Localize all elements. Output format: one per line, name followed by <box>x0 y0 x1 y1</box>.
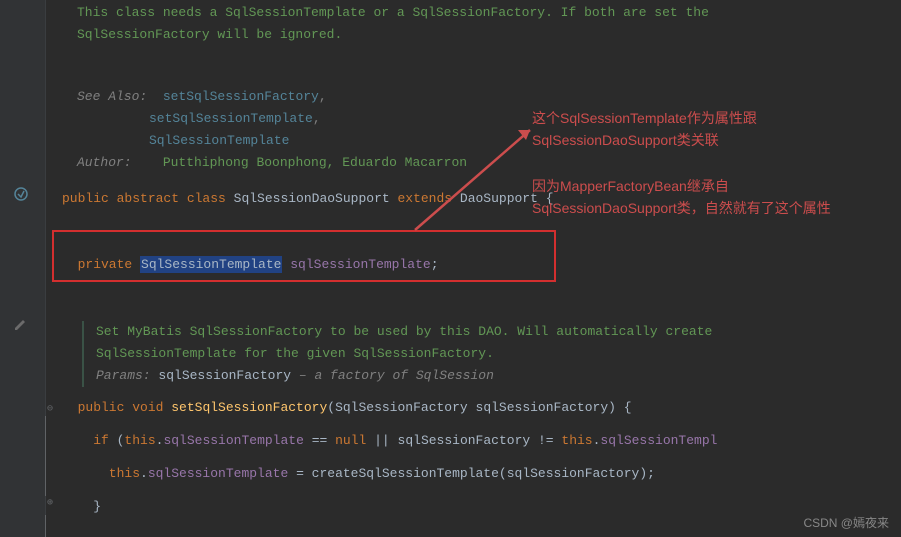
author-value: Putthiphong Boonphong, Eduardo Macarron <box>163 155 467 170</box>
param-name: sqlSessionFactory <box>158 368 291 383</box>
params-label: Params: <box>96 368 158 383</box>
fold-line <box>45 416 46 496</box>
doc-link[interactable]: setSqlSessionTemplate <box>149 111 313 126</box>
author-label: Author: <box>77 155 132 170</box>
method-declaration: public void setSqlSessionFactory(SqlSess… <box>62 391 901 424</box>
watermark: CSDN @嫣夜来 <box>803 514 889 531</box>
see-also-label: See Also: <box>77 89 147 104</box>
fold-marker[interactable]: ⊖ <box>45 403 55 415</box>
doc-text: SqlSessionFactory will be ignored. <box>77 27 342 42</box>
assignment: this.sqlSessionTemplate = createSqlSessi… <box>62 457 901 490</box>
annotation-1: 这个SqlSessionTemplate作为属性跟 SqlSessionDaoS… <box>532 107 757 151</box>
method-javadoc: Set MyBatis SqlSessionFactory to be used… <box>82 321 901 387</box>
param-desc: – a factory of SqlSession <box>291 368 494 383</box>
fold-line2 <box>45 515 46 537</box>
field-declaration: private SqlSessionTemplate sqlSessionTem… <box>62 248 901 281</box>
doc-text: This class needs a SqlSessionTemplate or… <box>77 5 709 20</box>
selected-type: SqlSessionTemplate <box>140 256 282 273</box>
override-icon[interactable] <box>13 186 29 206</box>
doc-text: SqlSessionTemplate for the given SqlSess… <box>96 343 901 365</box>
if-statement: if (this.sqlSessionTemplate == null || s… <box>62 424 901 457</box>
annotation-2: 因为MapperFactoryBean继承自 SqlSessionDaoSupp… <box>532 175 831 219</box>
close-brace: } <box>62 490 901 523</box>
doc-link[interactable]: setSqlSessionFactory <box>163 89 319 104</box>
fold-marker-end[interactable]: ⊕ <box>45 497 55 509</box>
doc-text: Set MyBatis SqlSessionFactory to be used… <box>96 321 901 343</box>
doc-link[interactable]: SqlSessionTemplate <box>149 133 289 148</box>
gutter <box>0 0 46 537</box>
edit-icon[interactable] <box>13 318 27 336</box>
class-javadoc: This class needs a SqlSessionTemplate or… <box>62 0 901 174</box>
code-editor[interactable]: This class needs a SqlSessionTemplate or… <box>62 0 901 523</box>
